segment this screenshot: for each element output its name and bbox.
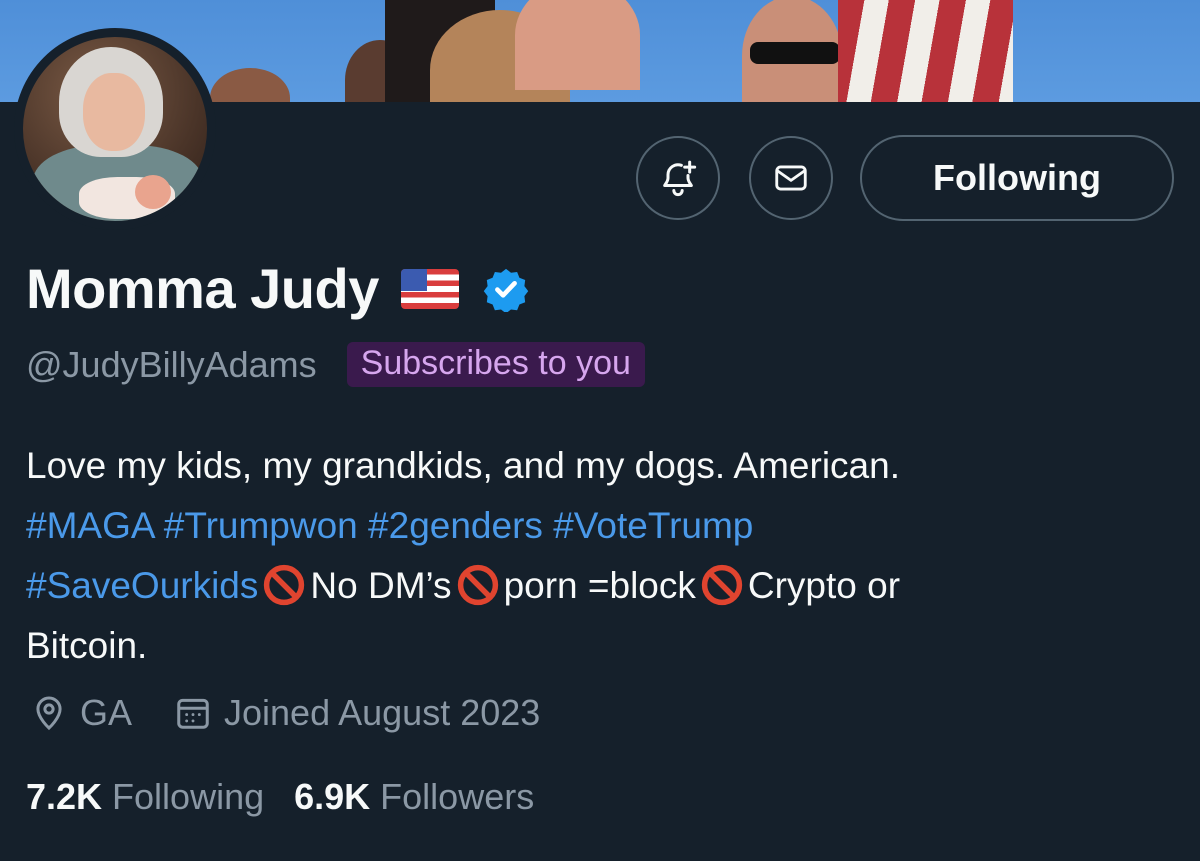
banner-sunglasses <box>750 42 840 64</box>
avatar[interactable] <box>14 28 216 230</box>
bio-text: Crypto or <box>747 565 901 606</box>
location-pin-icon <box>36 696 62 731</box>
banner-flag <box>838 0 1013 102</box>
name-row: Momma Judy <box>26 256 529 321</box>
following-label: Following <box>112 776 265 817</box>
bio-line: Bitcoin. <box>26 625 148 666</box>
message-button[interactable] <box>749 136 833 220</box>
display-name: Momma Judy <box>26 257 379 320</box>
no-entry-emoji <box>457 564 498 606</box>
subscribes-badge: Subscribes to you <box>346 342 645 387</box>
bio-line: #SaveOurkids No DM’s porn =block Crypto or <box>26 556 1176 616</box>
us-flag-emoji <box>400 268 459 309</box>
followers-count: 6.9K <box>294 776 371 817</box>
followers-label: Followers <box>380 776 535 817</box>
following-button[interactable]: Following <box>860 135 1174 221</box>
bio-hashtags: #MAGA #Trumpwon #2genders #VoteTrump <box>26 496 1176 556</box>
hashtag-link[interactable]: #MAGA <box>26 505 154 546</box>
profile-meta: GA Joined August 2023 <box>30 692 540 734</box>
hashtag-link[interactable]: #2genders <box>368 505 543 546</box>
location: GA <box>30 692 132 734</box>
following-link[interactable]: 7.2K Following <box>26 776 264 818</box>
hashtag-link[interactable]: #VoteTrump <box>553 505 753 546</box>
banner-figure <box>210 68 290 102</box>
avatar-photo <box>23 37 207 221</box>
envelope-icon <box>775 165 807 191</box>
bell-plus-icon <box>663 160 697 197</box>
location-text: GA <box>80 692 133 733</box>
bio-text: No DM’s <box>310 565 452 606</box>
notify-button[interactable] <box>636 136 720 220</box>
no-entry-emoji <box>701 564 743 606</box>
followers-link[interactable]: 6.9K Followers <box>294 776 534 818</box>
handle-row: @JudyBillyAdams Subscribes to you <box>26 342 645 387</box>
following-count: 7.2K <box>26 776 103 817</box>
hashtag-link[interactable]: #Trumpwon <box>164 505 358 546</box>
banner-figure <box>515 0 640 90</box>
bio: Love my kids, my grandkids, and my dogs.… <box>26 436 1176 676</box>
bio-line: Love my kids, my grandkids, and my dogs.… <box>26 445 900 486</box>
joined-date: Joined August 2023 <box>174 692 540 734</box>
no-entry-emoji <box>264 564 305 606</box>
bio-text: porn =block <box>503 565 696 606</box>
hashtag-link[interactable]: #SaveOurkids <box>26 565 258 606</box>
follow-stats: 7.2K Following 6.9K Followers <box>26 776 534 818</box>
verified-badge-icon[interactable] <box>483 266 529 312</box>
calendar-icon <box>177 698 209 729</box>
handle: @JudyBillyAdams <box>26 343 317 385</box>
joined-text: Joined August 2023 <box>224 692 541 733</box>
